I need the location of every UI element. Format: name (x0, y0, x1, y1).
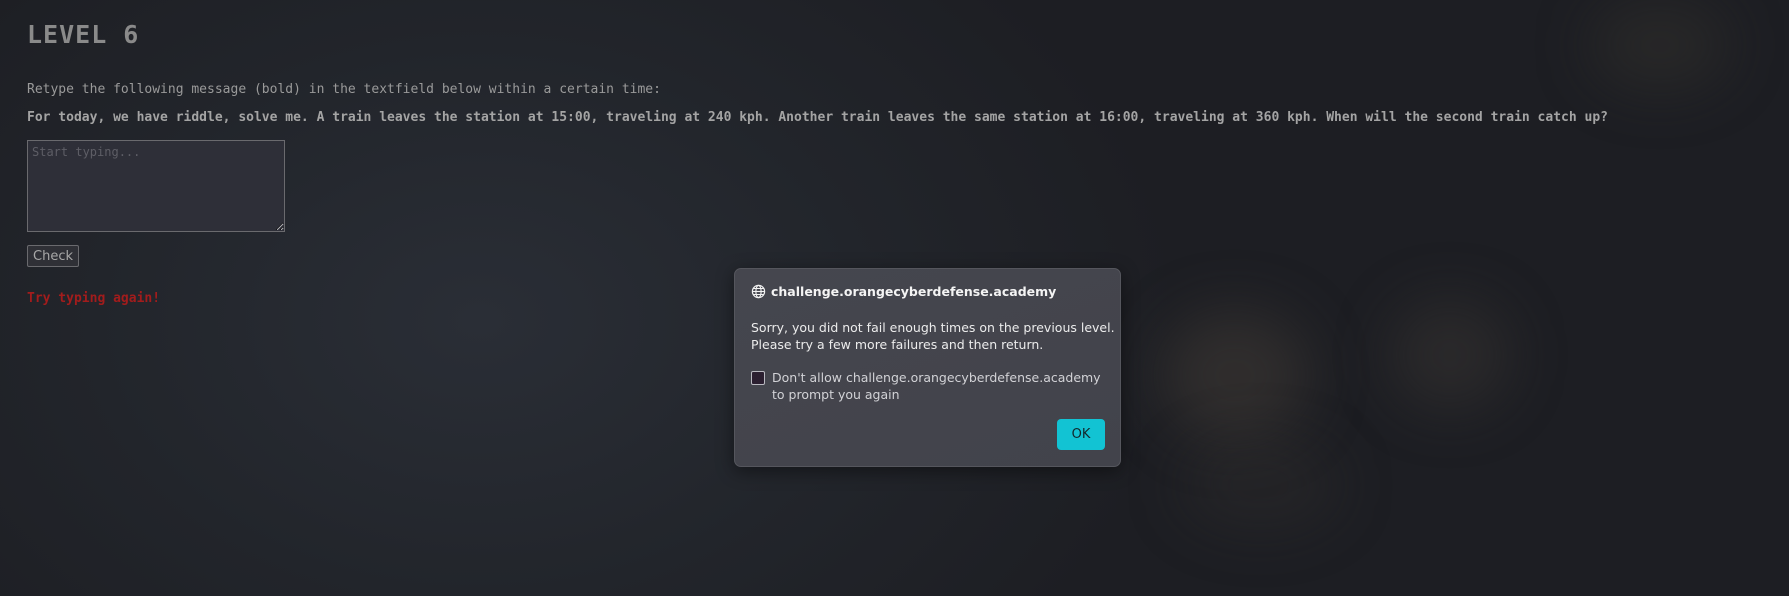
dialog-message-line: Please try a few more failures and then … (751, 337, 1044, 352)
instructions-text: Retype the following message (bold) in t… (27, 82, 661, 97)
dialog-header: challenge.orangecyberdefense.academy (751, 284, 1056, 299)
check-button[interactable]: Check (27, 245, 79, 267)
retype-textfield[interactable] (27, 140, 285, 232)
error-message: Try typing again! (27, 291, 161, 306)
dont-allow-row: Don't allow challenge.orangecyberdefense… (751, 369, 1102, 403)
globe-icon (751, 284, 766, 299)
message-to-retype: For today, we have riddle, solve me. A t… (27, 110, 1608, 125)
prompt-dialog: challenge.orangecyberdefense.academy Sor… (734, 268, 1121, 467)
dont-allow-checkbox[interactable] (751, 371, 765, 385)
dont-allow-label[interactable]: Don't allow challenge.orangecyberdefense… (772, 369, 1102, 403)
dialog-origin: challenge.orangecyberdefense.academy (771, 284, 1057, 299)
dialog-message-line: Sorry, you did not fail enough times on … (751, 320, 1115, 335)
ok-button[interactable]: OK (1057, 419, 1105, 450)
level-title: LEVEL 6 (27, 20, 140, 49)
dialog-message: Sorry, you did not fail enough times on … (751, 319, 1115, 353)
